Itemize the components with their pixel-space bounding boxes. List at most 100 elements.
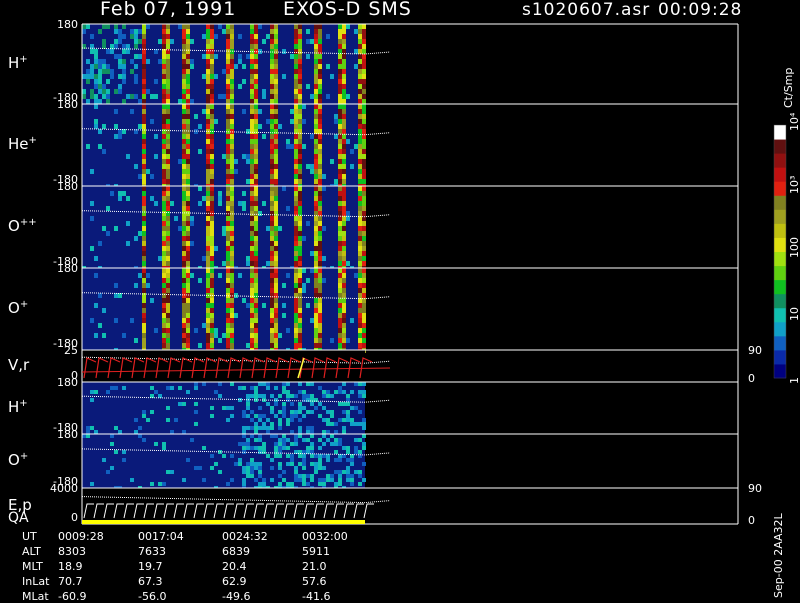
spectrogram-cell bbox=[182, 323, 186, 328]
spectrogram-cell bbox=[210, 149, 214, 154]
spectrogram-cell bbox=[178, 99, 182, 104]
spectrogram-cell bbox=[182, 191, 186, 196]
spectrogram-cell bbox=[358, 154, 362, 159]
spectrogram-cell bbox=[250, 298, 254, 303]
spectrogram-cell bbox=[250, 386, 254, 390]
spectrogram-cell bbox=[294, 261, 298, 266]
spectrogram-cell bbox=[166, 154, 170, 159]
spectrogram-cell bbox=[166, 64, 170, 69]
spectrogram-cell bbox=[102, 458, 106, 462]
spectrogram-cell bbox=[210, 139, 214, 144]
spectrogram-cell bbox=[142, 74, 146, 79]
spectrogram-cell bbox=[206, 278, 210, 283]
spectrogram-cell bbox=[362, 273, 366, 278]
spectrogram-cell bbox=[218, 196, 222, 201]
ephemeris-value: 21.0 bbox=[302, 560, 327, 573]
spectrogram-cell bbox=[162, 149, 166, 154]
spectrogram-cell bbox=[210, 164, 214, 169]
spectrogram-cell bbox=[274, 226, 278, 231]
spectrogram-cell bbox=[362, 201, 366, 206]
spectrogram-cell bbox=[226, 84, 230, 89]
spectrogram-cell bbox=[298, 251, 302, 256]
spectrogram-cell bbox=[82, 434, 86, 438]
spectrogram-cell bbox=[142, 34, 146, 39]
spectrogram-cell bbox=[286, 206, 290, 211]
spectrogram-cell bbox=[294, 268, 298, 273]
spectrogram-cell bbox=[298, 84, 302, 89]
spectrogram-cell bbox=[182, 246, 186, 251]
spectrogram-cell bbox=[206, 328, 210, 333]
spectrogram-cell bbox=[258, 394, 262, 398]
spectrogram-cell bbox=[250, 318, 254, 323]
spectrogram-cell bbox=[314, 268, 318, 273]
spectrogram-cell bbox=[90, 246, 94, 251]
spectrogram-cell bbox=[194, 328, 198, 333]
spectrogram-cell bbox=[254, 124, 258, 129]
spectrogram-cell bbox=[362, 119, 366, 124]
spectrogram-cell bbox=[310, 39, 314, 44]
spectrogram-cell bbox=[210, 333, 214, 338]
spectrogram-cell bbox=[278, 422, 282, 426]
spectrogram-cell bbox=[314, 159, 318, 164]
spectrogram-cell bbox=[338, 318, 342, 323]
spectrogram-cell bbox=[358, 390, 362, 394]
spectrogram-cell bbox=[186, 308, 190, 313]
spectrogram-cell bbox=[222, 261, 226, 266]
spectrogram-cell bbox=[166, 206, 170, 211]
spectrogram-cell bbox=[306, 482, 310, 486]
spectrogram-cell bbox=[270, 458, 274, 462]
spectrogram-cell bbox=[186, 119, 190, 124]
spectrogram-cell bbox=[318, 196, 322, 201]
spectrogram-cell bbox=[270, 226, 274, 231]
spectrogram-cell bbox=[318, 134, 322, 139]
spectrogram-cell bbox=[86, 74, 90, 79]
spectrogram-cell bbox=[358, 394, 362, 398]
spectrogram-cell bbox=[334, 179, 338, 184]
spectrogram-cell bbox=[314, 191, 318, 196]
spectrogram-cell bbox=[206, 94, 210, 99]
spectrogram-cell bbox=[262, 446, 266, 450]
spectrogram-cell bbox=[302, 394, 306, 398]
spectrogram-cell bbox=[186, 59, 190, 64]
spectrogram-cell bbox=[162, 196, 166, 201]
spectrogram-cell bbox=[358, 84, 362, 89]
spectrogram-cell bbox=[214, 333, 218, 338]
spectrogram-cell bbox=[186, 64, 190, 69]
spectrogram-cell bbox=[182, 201, 186, 206]
spectrogram-cell bbox=[294, 79, 298, 84]
spectrogram-cell bbox=[326, 430, 330, 434]
spectrogram-cell bbox=[230, 328, 234, 333]
spectrogram-cell bbox=[282, 386, 286, 390]
spectrogram-cell bbox=[270, 328, 274, 333]
spectrogram-cell bbox=[182, 216, 186, 221]
spectrogram-cell bbox=[298, 186, 302, 191]
spectrogram-cell bbox=[338, 313, 342, 318]
spectrogram-cell bbox=[298, 221, 302, 226]
spectrogram-cell bbox=[206, 109, 210, 114]
spectrogram-cell bbox=[230, 34, 234, 39]
spectrogram-cell bbox=[338, 211, 342, 216]
spectrogram-cell bbox=[210, 186, 214, 191]
spectrogram-cell bbox=[314, 24, 318, 29]
spectrogram-cell bbox=[154, 134, 158, 139]
spectrogram-cell bbox=[186, 114, 190, 119]
spectrogram-cell bbox=[302, 119, 306, 124]
spectrogram-cell bbox=[154, 79, 158, 84]
spectrogram-cell bbox=[250, 226, 254, 231]
spectrogram-cell bbox=[206, 308, 210, 313]
spectrogram-cell bbox=[314, 149, 318, 154]
panel-bg bbox=[82, 350, 365, 382]
spectrogram-cell bbox=[122, 24, 126, 29]
spectrogram-cell bbox=[294, 474, 298, 478]
spectrogram-cell bbox=[146, 169, 150, 174]
spectrogram-cell bbox=[162, 134, 166, 139]
spectrogram-cell bbox=[302, 406, 306, 410]
spectrogram-cell bbox=[226, 236, 230, 241]
spectrogram-cell bbox=[250, 394, 254, 398]
spectrogram-cell bbox=[342, 69, 346, 74]
spectrogram-cell bbox=[314, 406, 318, 410]
spectrogram-cell bbox=[274, 39, 278, 44]
spectrogram-cell bbox=[274, 333, 278, 338]
spectrogram-cell bbox=[234, 313, 238, 318]
spectrogram-cell bbox=[138, 99, 142, 104]
